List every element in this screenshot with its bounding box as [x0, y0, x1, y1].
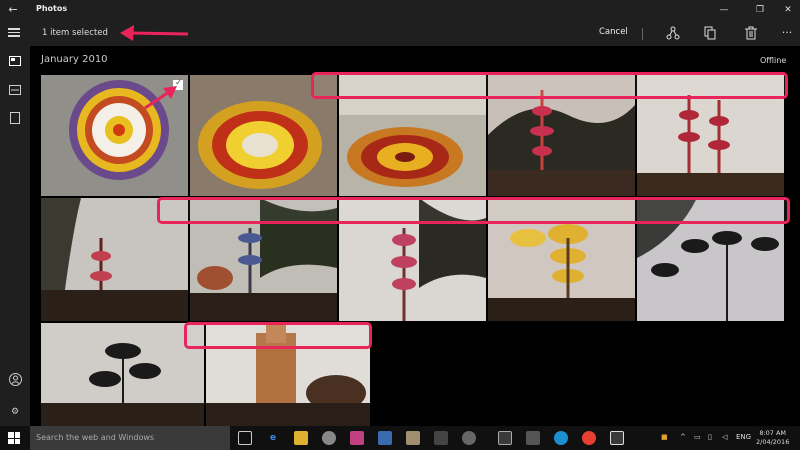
photo-app-icon[interactable]: [406, 431, 420, 445]
windows-start-icon[interactable]: [8, 432, 20, 444]
restore-icon[interactable]: ❐: [752, 2, 768, 18]
annotation-arrow: [144, 86, 177, 110]
back-arrow-icon[interactable]: ←: [6, 2, 20, 18]
navigation-rail: ⚙: [0, 46, 30, 426]
edge-browser-icon[interactable]: e: [266, 431, 280, 445]
settings-gear-icon[interactable]: ⚙: [7, 404, 23, 420]
section-title: January 2010: [41, 54, 108, 65]
photo-tile[interactable]: [41, 75, 188, 196]
albums-icon[interactable]: [7, 82, 23, 98]
clock-time: 8:07 AM: [759, 429, 787, 437]
close-icon[interactable]: ✕: [780, 2, 796, 18]
taskbar-search-input[interactable]: Search the web and Windows: [30, 426, 230, 450]
folders-icon[interactable]: [7, 110, 23, 126]
annotation-highlight-row-2: [157, 197, 790, 224]
collection-icon[interactable]: [7, 53, 23, 69]
window-title: Photos: [36, 4, 68, 13]
task-view-icon[interactable]: [238, 431, 252, 445]
command-bar: 1 item selected Cancel ···: [0, 20, 800, 46]
offline-status: Offline: [760, 56, 787, 65]
account-icon[interactable]: [7, 372, 23, 388]
network-icon[interactable]: ▭: [694, 433, 701, 441]
share-icon[interactable]: [664, 24, 682, 42]
tray-up-arrow-icon[interactable]: ^: [680, 433, 686, 441]
delete-icon[interactable]: [742, 24, 760, 42]
skype-icon[interactable]: [554, 431, 568, 445]
hp-app-icon[interactable]: [462, 431, 476, 445]
more-options-icon[interactable]: ···: [778, 24, 796, 42]
photo-tile[interactable]: [41, 323, 204, 426]
paint-app-icon[interactable]: [350, 431, 364, 445]
clock[interactable]: 8:07 AM 2/04/2016: [756, 429, 789, 447]
movie-app-icon[interactable]: [434, 431, 448, 445]
volume-icon[interactable]: ◁: [722, 433, 727, 441]
selection-count: 1 item selected: [42, 28, 108, 38]
language-indicator[interactable]: ENG: [736, 433, 751, 441]
visual-studio-icon[interactable]: [378, 431, 392, 445]
cancel-button[interactable]: Cancel: [599, 27, 628, 37]
minimize-icon[interactable]: —: [716, 2, 732, 18]
annotation-highlight-row-3: [184, 322, 372, 349]
command-prompt-icon[interactable]: [526, 431, 540, 445]
tray-app-icon[interactable]: ■: [661, 433, 668, 441]
chrome-browser-icon[interactable]: [582, 431, 596, 445]
media-app-icon[interactable]: [322, 431, 336, 445]
clock-date: 2/04/2016: [756, 438, 790, 446]
copy-icon[interactable]: [701, 24, 719, 42]
command-separator: [642, 28, 643, 40]
hamburger-menu-icon[interactable]: [8, 26, 20, 40]
title-bar: ← Photos — ❐ ✕: [0, 0, 800, 20]
annotation-highlight-row-1: [311, 72, 788, 99]
file-explorer-icon[interactable]: [294, 431, 308, 445]
battery-icon[interactable]: ▯: [708, 433, 712, 441]
store-icon[interactable]: [498, 431, 512, 445]
photos-app-icon[interactable]: [610, 431, 624, 445]
annotation-arrow: [120, 25, 189, 41]
taskbar: Search the web and Windows e ■ ^ ▭ ▯ ◁ E…: [0, 426, 800, 450]
